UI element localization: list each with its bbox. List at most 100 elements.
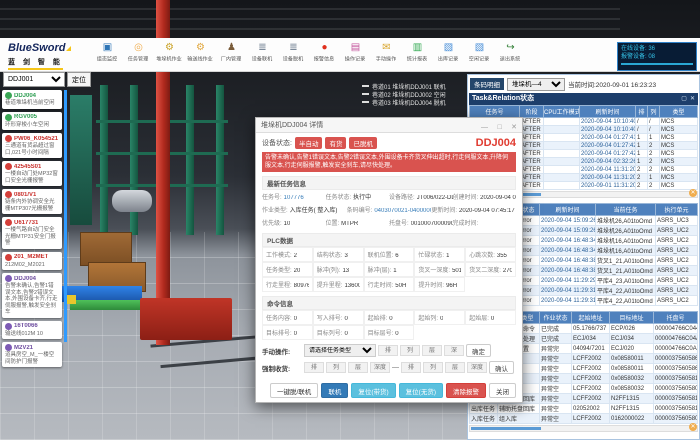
alarm-card[interactable]: DDJ004 告警未确认,告警1错误文本,告警2错误文本,外围设备卡齐,行走伺服… bbox=[2, 273, 62, 318]
minimize-icon[interactable]: — bbox=[481, 124, 488, 131]
table-cell: MCS bbox=[660, 158, 698, 166]
manual-confirm-button[interactable]: 确定 bbox=[466, 344, 491, 357]
column-header[interactable]: CPU工作模式 bbox=[544, 106, 580, 118]
alarm-card[interactable]: M2V21 道具房空_M_一楼空间防护门报警 bbox=[2, 342, 62, 367]
force-to-input[interactable] bbox=[467, 362, 487, 373]
dialog-titlebar[interactable]: 堆垛机DDJ004 详情 — □ ✕ bbox=[256, 118, 522, 133]
toolbar-button[interactable]: ⚙ 输送线作业 bbox=[185, 42, 216, 63]
field-label: 写入排号: bbox=[317, 313, 343, 322]
dialog-footer-button[interactable]: 复位(无货) bbox=[399, 383, 443, 398]
dialog-footer-button[interactable]: 一键脱/联机 bbox=[270, 383, 318, 398]
toolbar-button[interactable]: ▤ 操作记录 bbox=[340, 42, 371, 63]
alarm-card[interactable]: 16T0066 输送线012M 10 bbox=[2, 321, 62, 340]
toolbar-button[interactable]: ● 报警信息 bbox=[309, 42, 340, 63]
panel-collapse-icon[interactable]: ▢ bbox=[681, 96, 687, 102]
force-from-input[interactable] bbox=[326, 362, 346, 373]
toolbar-button[interactable]: ▥ 统计报表 bbox=[402, 42, 433, 63]
toolbar-button[interactable]: ♟ 厂内管理 bbox=[216, 42, 247, 63]
force-to-input[interactable] bbox=[401, 362, 421, 373]
column-header[interactable]: 托盘号 bbox=[654, 312, 698, 324]
alarm-card[interactable]: RGV005 环形穿梭小车空闲 bbox=[2, 112, 62, 131]
force-from-input[interactable] bbox=[348, 362, 368, 373]
table3-hscrollbar[interactable]: ✕ bbox=[469, 425, 698, 432]
column-header[interactable]: 作业状态 bbox=[540, 312, 572, 324]
dialog-footer-button[interactable]: 联机 bbox=[321, 383, 348, 398]
toolbar-button[interactable]: ≣ 设备联机 bbox=[247, 42, 278, 63]
toolbar-button[interactable]: ≣ 设备脱机 bbox=[278, 42, 309, 63]
table-cell: AFTER bbox=[520, 126, 544, 134]
status-badge: 有货 bbox=[325, 137, 346, 149]
toolbar-button[interactable]: ◎ 任务管理 bbox=[123, 42, 154, 63]
device-select[interactable]: DDJ001 bbox=[3, 72, 65, 87]
table-cell: 已完成 bbox=[540, 334, 572, 344]
force-to-input[interactable] bbox=[445, 362, 465, 373]
alarm-card[interactable]: 42545S01 一楼自动门处MP32窗口安全光栅报警 bbox=[2, 161, 62, 186]
manual-coordinate-input[interactable] bbox=[422, 345, 442, 356]
table-row[interactable]: 入库任务组入库异常空LCFF20020162000022000003756058… bbox=[470, 414, 698, 424]
brand-name: BlueSword bbox=[8, 42, 65, 54]
column-header[interactable]: 当前任务 bbox=[596, 204, 656, 216]
toolbar-button[interactable]: ⚙ 堆垛机作业 bbox=[154, 42, 185, 63]
force-from-input[interactable] bbox=[304, 362, 324, 373]
manual-coordinate-input[interactable] bbox=[400, 345, 420, 356]
column-header[interactable]: 起始地址 bbox=[572, 312, 610, 324]
field-link[interactable]: 107776 bbox=[284, 195, 304, 201]
field: 货叉一深度:501 bbox=[414, 262, 465, 277]
dialog-footer-button[interactable]: 关闭 bbox=[489, 383, 516, 398]
column-header[interactable]: 阶段 bbox=[520, 106, 544, 118]
field-label: 起始排: bbox=[368, 313, 388, 322]
table-cell: 2020-09-04 11:29:31 bbox=[540, 296, 596, 306]
table-cell: 平库4_22,A01toOmd bbox=[596, 286, 656, 296]
field-link[interactable]: 0403070021-0400000011 bbox=[374, 208, 431, 214]
right-panel-controls: 条码明细 堆垛机—4 当前时间:2020-09-01 16:23:23 bbox=[470, 77, 697, 91]
dialog-footer-button[interactable]: 复位(带货) bbox=[351, 383, 395, 398]
alarm-card[interactable]: U617731 一楼气路自动门安全光栅MTP31安全门报警 bbox=[2, 217, 62, 249]
maximize-icon[interactable]: □ bbox=[497, 124, 501, 131]
table-cell: 00000375605860 bbox=[654, 364, 698, 374]
column-header[interactable]: 刷新时间 bbox=[580, 106, 636, 118]
barcode-detail-button[interactable]: 条码明细 bbox=[470, 78, 504, 90]
panel-close-icon[interactable]: ✕ bbox=[689, 423, 697, 431]
toolbar-button[interactable]: ↪ 退出系统 bbox=[495, 42, 526, 63]
table-cell: 2020-09-04 11:31:20 bbox=[580, 174, 636, 182]
field: 更新时间:2020-09-04 07:45:17 bbox=[431, 205, 516, 214]
device-code: DDJ004 bbox=[476, 137, 516, 149]
dialog-footer-button[interactable]: 清除报警 bbox=[446, 383, 486, 398]
alarm-card[interactable]: PW06_K054521 三通道有货品超过窗口,021号小时间隔 bbox=[2, 133, 62, 158]
column-header[interactable]: 列 bbox=[648, 106, 660, 118]
field-label: 起始列: bbox=[418, 313, 438, 322]
status-badge: 已脱机 bbox=[349, 137, 377, 149]
force-to-input[interactable] bbox=[423, 362, 443, 373]
alarm-message: 一楼自动门处MP32窗口安全光栅报警 bbox=[5, 171, 59, 184]
toolbar-button[interactable]: ▧ 出库记录 bbox=[433, 42, 464, 63]
toolbar-button[interactable]: ✉ 手动操作 bbox=[371, 42, 402, 63]
column-header[interactable]: 排 bbox=[636, 106, 648, 118]
column-header[interactable]: 刷新时间 bbox=[540, 204, 596, 216]
panel-close-icon[interactable]: ✕ bbox=[689, 189, 697, 197]
column-header[interactable]: 执行单元 bbox=[656, 204, 698, 216]
column-header[interactable]: 目标地址 bbox=[610, 312, 654, 324]
sidebar-scrollbar[interactable] bbox=[64, 90, 67, 342]
alarm-card[interactable]: 201_M2MET 212M02_M2021 bbox=[2, 252, 62, 271]
panel-close-icon[interactable]: ✕ bbox=[690, 96, 695, 102]
locate-device-button[interactable]: 定位 bbox=[67, 72, 91, 87]
close-icon[interactable]: ✕ bbox=[511, 124, 517, 131]
scroll-thumb[interactable] bbox=[471, 427, 541, 430]
force-confirm-button[interactable]: 确认 bbox=[489, 361, 514, 374]
field-value: 50H bbox=[395, 283, 406, 289]
column-header[interactable]: 类型 bbox=[660, 106, 698, 118]
toolbar-button-label: 组态监控 bbox=[97, 55, 117, 63]
toolbar-button-label: 手动操作 bbox=[376, 55, 396, 63]
device-filter-select[interactable]: 堆垛机—4 bbox=[507, 78, 565, 91]
table-cell: AFTER bbox=[520, 134, 544, 142]
force-from-input[interactable] bbox=[370, 362, 390, 373]
alarm-card[interactable]: DDJ004 巷道堆垛机当前空闲 bbox=[2, 90, 62, 109]
toolbar-button[interactable]: ▣ 组态监控 bbox=[92, 42, 123, 63]
table-row[interactable]: 出库任务辅助托盘回库异常空02052002N2FF131500000375605… bbox=[470, 404, 698, 414]
field-label: 位置: bbox=[326, 218, 340, 227]
alarm-card[interactable]: 0801/V1 链条内外协调安全光栅MTP307光栅报警 bbox=[2, 189, 62, 214]
task-type-select[interactable]: 请选择任务类型 bbox=[304, 344, 376, 357]
manual-coordinate-input[interactable] bbox=[444, 345, 464, 356]
toolbar-button[interactable]: ▧ 空闲记录 bbox=[464, 42, 495, 63]
manual-coordinate-input[interactable] bbox=[378, 345, 398, 356]
